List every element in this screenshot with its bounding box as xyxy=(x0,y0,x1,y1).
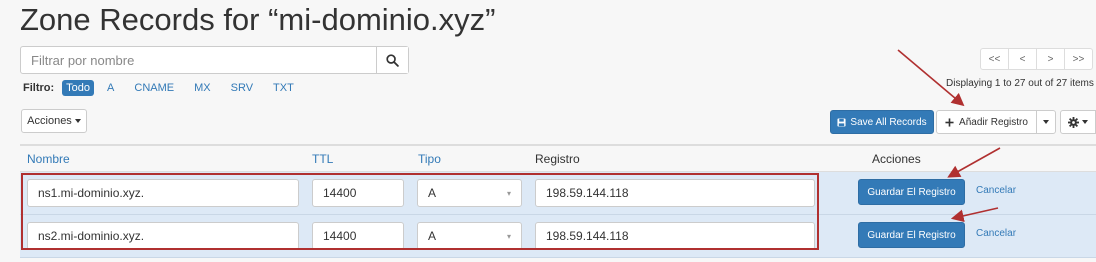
pagination-summary: Displaying 1 to 27 out of 27 items xyxy=(946,78,1094,89)
select-arrow-icon: ▾ xyxy=(506,188,511,198)
save-all-records-button[interactable]: Save All Records xyxy=(830,110,934,134)
save-all-records-label: Save All Records xyxy=(850,116,927,128)
record-ttl-field[interactable] xyxy=(312,179,404,207)
record-value-field[interactable] xyxy=(535,222,815,250)
save-record-button[interactable]: Guardar El Registro xyxy=(858,179,965,205)
pagination: << < > >> xyxy=(980,48,1093,70)
record-value-field[interactable] xyxy=(535,179,815,207)
column-header-tipo[interactable]: Tipo xyxy=(418,152,441,166)
record-type-select[interactable]: A ▾ xyxy=(417,179,522,207)
table-row: A ▾ Guardar El Registro Cancelar xyxy=(20,215,1096,258)
caret-down-icon xyxy=(1043,120,1049,124)
annotation-arrow xyxy=(897,49,965,107)
column-header-ttl[interactable]: TTL xyxy=(312,152,333,166)
prev-page-button[interactable]: < xyxy=(1008,48,1037,70)
page-title: Zone Records for “mi-dominio.xyz” xyxy=(20,2,496,37)
filter-option-mx[interactable]: MX xyxy=(194,82,211,94)
column-header-nombre[interactable]: Nombre xyxy=(27,152,70,166)
cancel-edit-link[interactable]: Cancelar xyxy=(976,185,1016,196)
add-record-label: Añadir Registro xyxy=(959,116,1028,128)
next-page-button[interactable]: > xyxy=(1036,48,1065,70)
actions-dropdown-label: Acciones xyxy=(27,115,72,127)
search-input[interactable] xyxy=(21,47,376,73)
table-header: Nombre TTL Tipo Registro Acciones xyxy=(20,144,1096,172)
add-record-options-button[interactable] xyxy=(1036,110,1056,134)
filter-option-srv[interactable]: SRV xyxy=(231,82,253,94)
gear-icon xyxy=(1068,116,1079,128)
filter-option-cname[interactable]: CNAME xyxy=(134,82,174,94)
record-name-field[interactable] xyxy=(27,179,299,207)
first-page-button[interactable]: << xyxy=(980,48,1009,70)
search-icon xyxy=(386,53,399,67)
add-record-button[interactable]: Añadir Registro xyxy=(936,110,1037,134)
search-button[interactable] xyxy=(376,47,408,73)
record-type-value: A xyxy=(428,186,437,200)
caret-down-icon xyxy=(1082,120,1088,124)
plus-icon xyxy=(945,117,954,127)
record-type-filter: Filtro: Todo A CNAME MX SRV TXT xyxy=(23,80,314,96)
floppy-disk-icon xyxy=(837,117,846,127)
zone-editor-page: Zone Records for “mi-dominio.xyz” Filtro… xyxy=(0,0,1096,262)
search-box xyxy=(20,46,409,74)
filter-option-todo[interactable]: Todo xyxy=(62,80,95,96)
filter-label: Filtro: xyxy=(23,82,55,94)
save-record-button[interactable]: Guardar El Registro xyxy=(858,222,965,248)
caret-down-icon xyxy=(74,119,81,123)
record-type-value: A xyxy=(428,229,437,243)
filter-option-a[interactable]: A xyxy=(107,82,114,94)
table-row: A ▾ Guardar El Registro Cancelar xyxy=(20,172,1096,215)
actions-dropdown[interactable]: Acciones xyxy=(21,109,87,133)
settings-dropdown[interactable] xyxy=(1060,110,1096,134)
cancel-edit-link[interactable]: Cancelar xyxy=(976,228,1016,239)
record-name-field[interactable] xyxy=(27,222,299,250)
filter-option-txt[interactable]: TXT xyxy=(273,82,294,94)
column-header-acciones: Acciones xyxy=(872,152,921,166)
column-header-registro: Registro xyxy=(535,152,580,166)
record-type-select[interactable]: A ▾ xyxy=(417,222,522,250)
last-page-button[interactable]: >> xyxy=(1064,48,1093,70)
select-arrow-icon: ▾ xyxy=(506,231,511,241)
record-ttl-field[interactable] xyxy=(312,222,404,250)
